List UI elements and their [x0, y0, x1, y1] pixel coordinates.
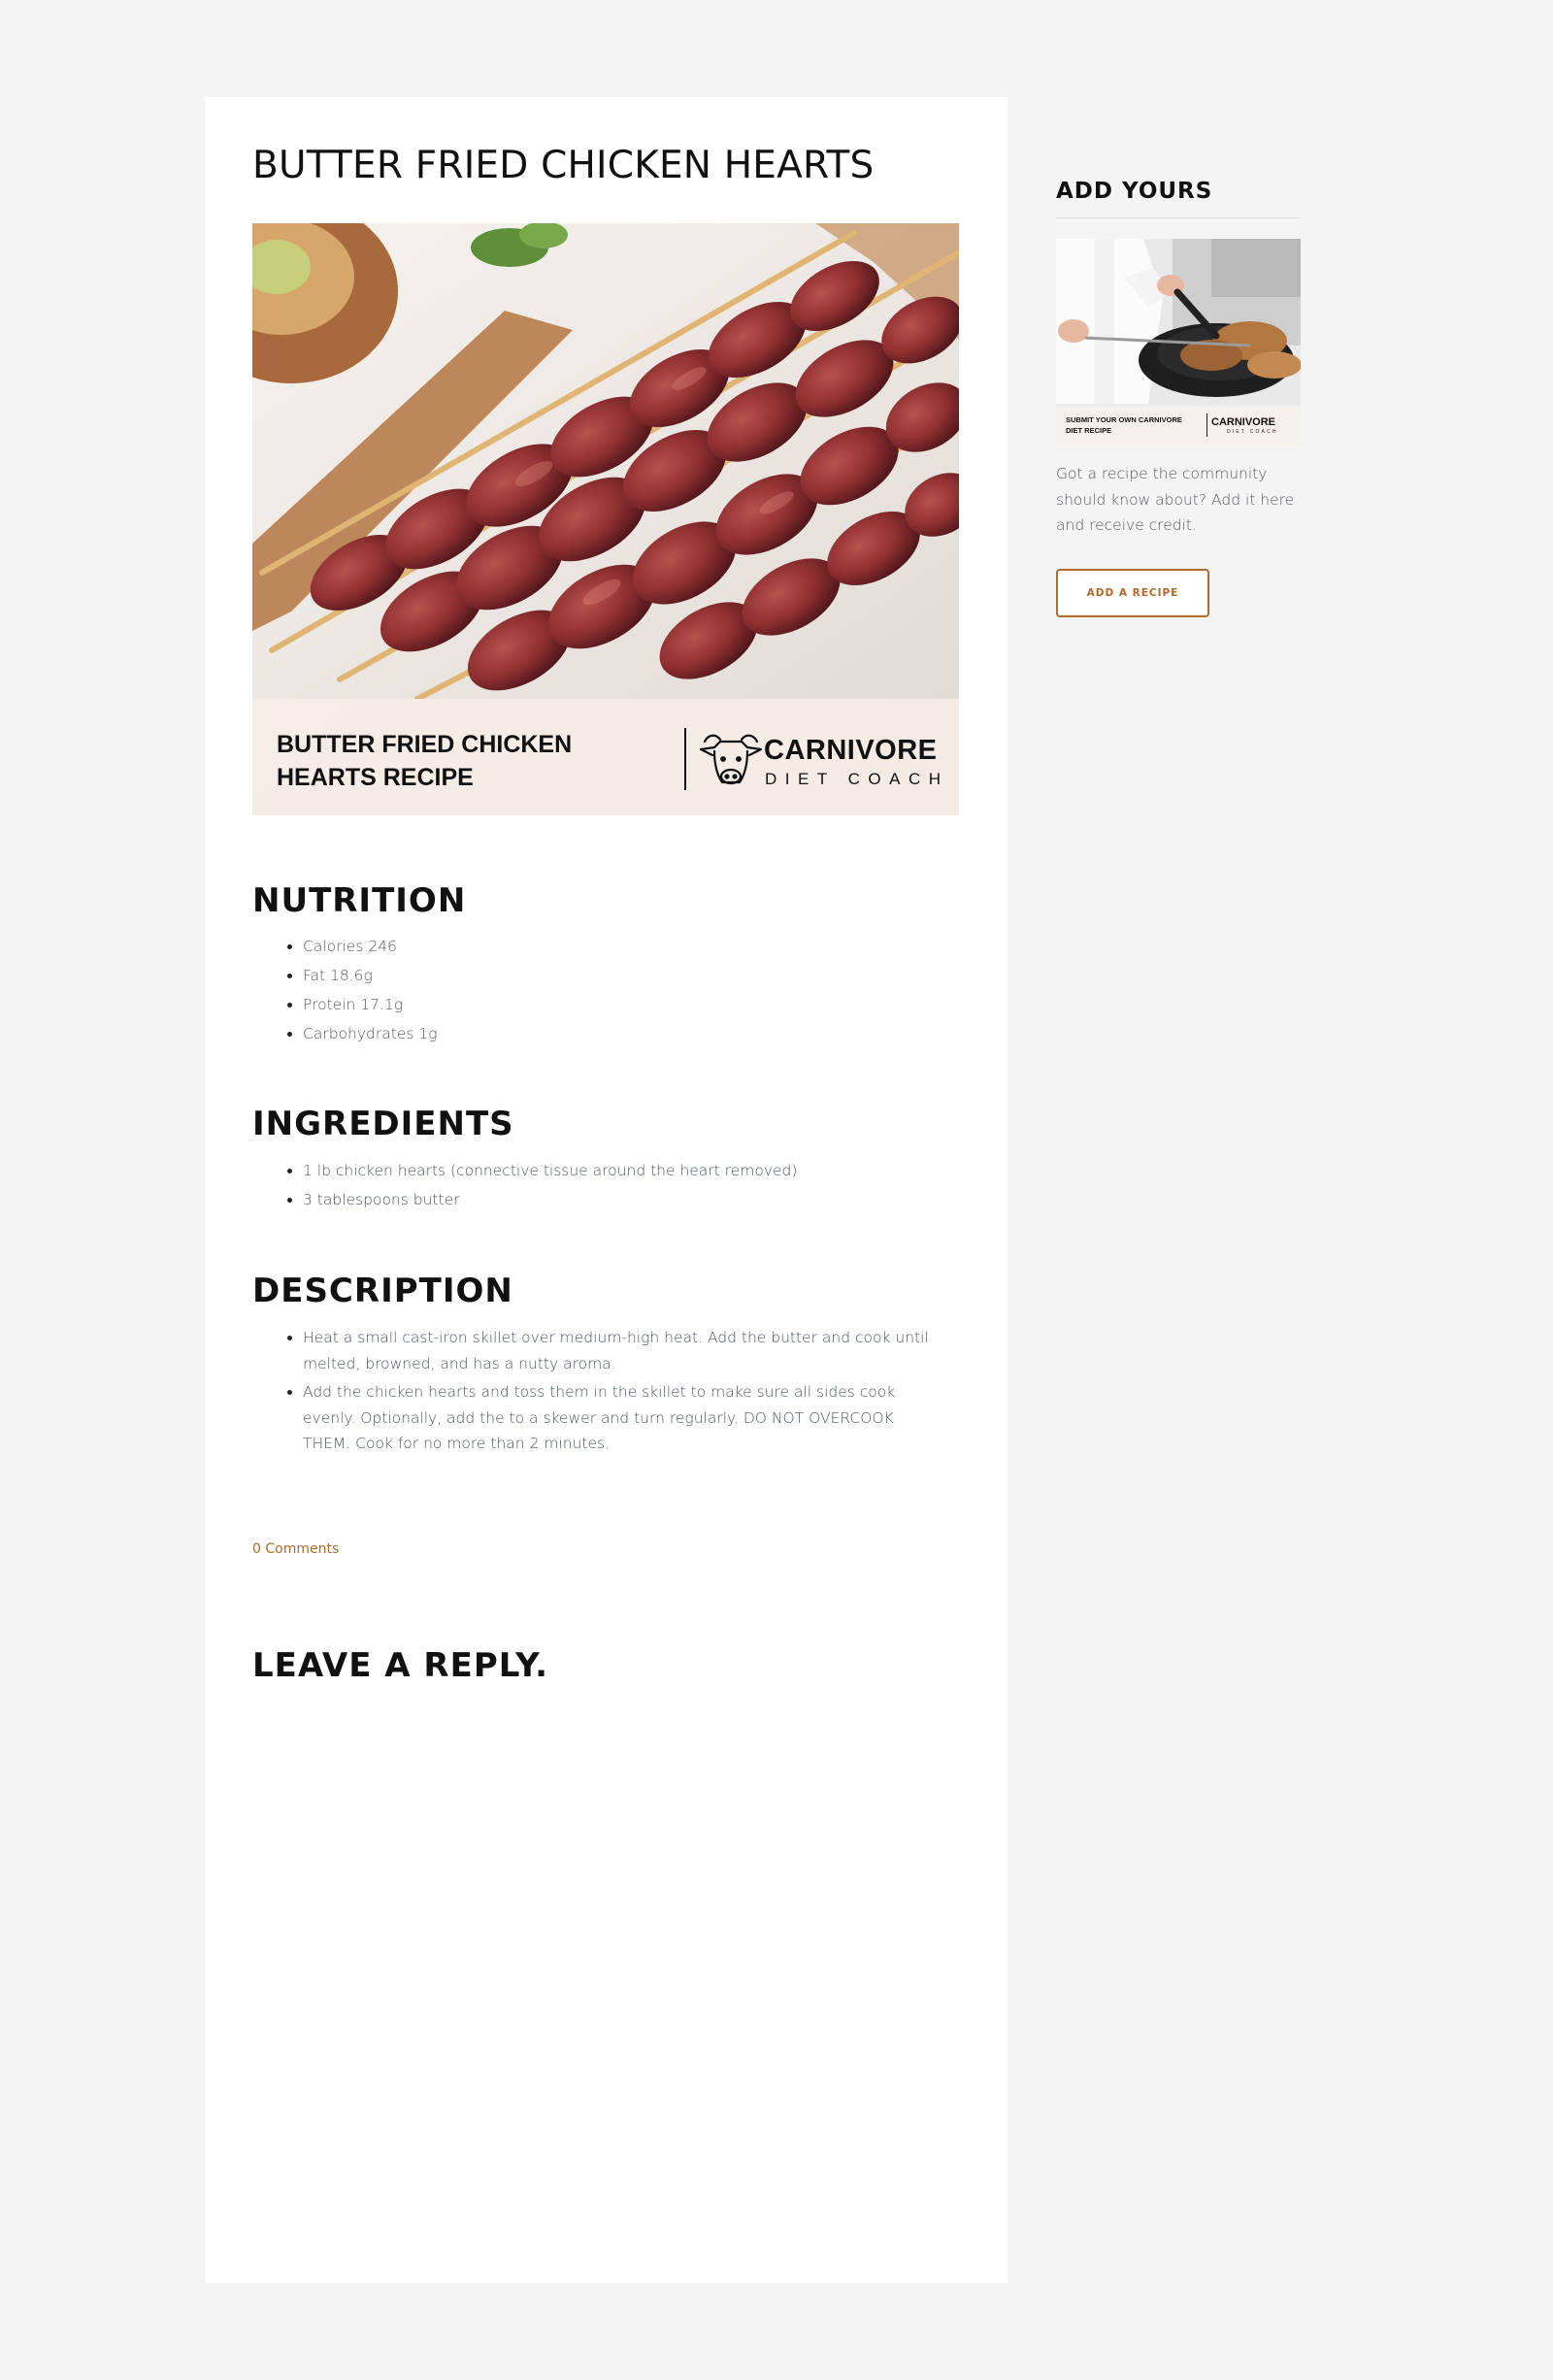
hero-caption-band: BUTTER FRIED CHICKEN HEARTS RECIPE CARNI… — [252, 699, 959, 815]
chicken-hearts-skewers-photo — [252, 223, 959, 699]
post-title: BUTTER FRIED CHICKEN HEARTS — [252, 144, 875, 187]
description-step: Heat a small cast-iron skillet over medi… — [303, 1325, 943, 1376]
add-a-recipe-button[interactable]: ADD A RECIPE — [1056, 569, 1209, 617]
leave-reply-heading: LEAVE A REPLY. — [252, 1646, 549, 1685]
promo-caption: SUBMIT YOUR OWN CARNIVORE DIET RECIPE — [1066, 415, 1182, 435]
description-heading: DESCRIPTION — [252, 1272, 513, 1310]
comments-count-link[interactable]: 0 Comments — [252, 1541, 339, 1557]
submit-recipe-promo-image[interactable]: SUBMIT YOUR OWN CARNIVORE DIET RECIPE CA… — [1056, 239, 1301, 445]
ingredient-item: 3 tablespoons butter — [303, 1185, 982, 1214]
ingredient-item: 1 lb chicken hearts (connective tissue a… — [303, 1156, 982, 1185]
description-step: Add the chicken hearts and toss them in … — [303, 1379, 943, 1457]
cow-head-logo-icon — [699, 734, 763, 785]
nutrition-heading: NUTRITION — [252, 881, 467, 920]
hero-image: BUTTER FRIED CHICKEN HEARTS RECIPE CARNI… — [252, 223, 959, 815]
hero-divider — [684, 728, 686, 790]
promo-brand-name: CARNIVORE — [1211, 416, 1276, 428]
widget-title-divider — [1056, 217, 1301, 218]
hero-brand-name: CARNIVORE — [764, 735, 938, 766]
nutrition-list: Calories 246 Fat 18.6g Protein 17.1g Car… — [252, 932, 982, 1048]
recipe-article: BUTTER FRIED CHICKEN HEARTS BUTTER FRIED… — [205, 97, 1008, 2283]
ingredients-heading: INGREDIENTS — [252, 1105, 514, 1143]
ingredients-list: 1 lb chicken hearts (connective tissue a… — [252, 1156, 982, 1214]
add-yours-description: Got a recipe the community should know a… — [1056, 465, 1295, 534]
nutrition-item: Carbohydrates 1g — [303, 1019, 982, 1048]
promo-divider — [1206, 413, 1207, 437]
promo-brand-tagline: DIET COACH — [1227, 429, 1278, 435]
nutrition-item: Calories 246 — [303, 932, 982, 961]
nutrition-item: Protein 17.1g — [303, 990, 982, 1019]
add-yours-widget-title: ADD YOURS — [1056, 179, 1213, 204]
hero-brand-tagline: DIET COACH — [765, 770, 949, 788]
description-list: Heat a small cast-iron skillet over medi… — [252, 1325, 943, 1460]
hero-caption: BUTTER FRIED CHICKEN HEARTS RECIPE — [277, 731, 573, 791]
nutrition-item: Fat 18.6g — [303, 961, 982, 990]
